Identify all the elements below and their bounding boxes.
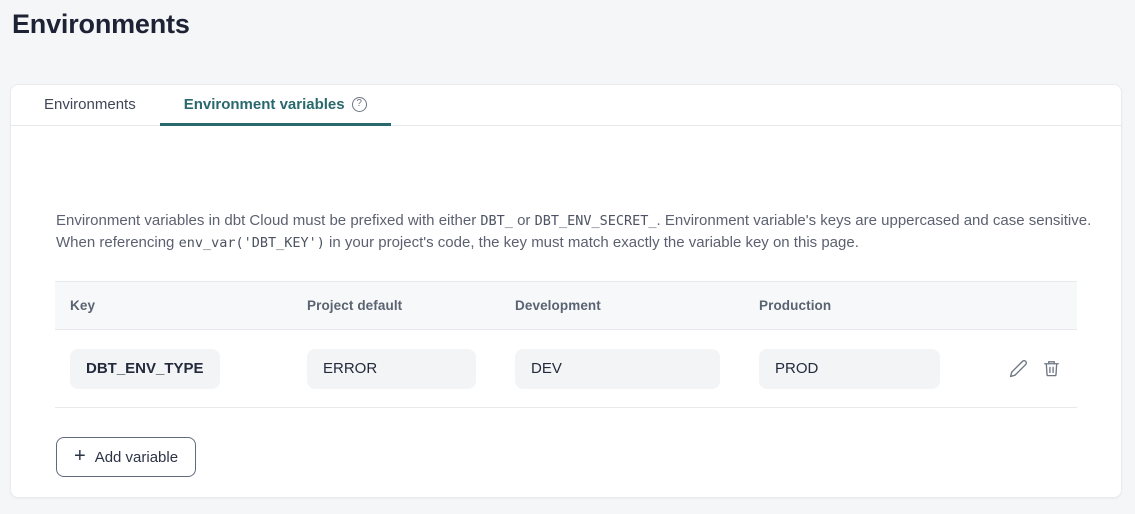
add-variable-label: Add variable: [95, 449, 178, 466]
pencil-icon: [1009, 359, 1028, 378]
tab-bar: Environments Environment variables ?: [11, 85, 1121, 126]
edit-variable-button[interactable]: [1008, 359, 1028, 379]
table-row: DBT_ENV_TYPE ERROR DEV PROD: [55, 330, 1077, 408]
project-default-value: ERROR: [307, 349, 476, 389]
description-segment: When referencing: [56, 234, 179, 251]
cell-key: DBT_ENV_TYPE: [55, 349, 292, 389]
development-value: DEV: [515, 349, 720, 389]
cell-production: PROD: [744, 349, 964, 389]
description-line-1: Environment variables in dbt Cloud must …: [56, 210, 1077, 232]
tab-environment-variables-label: Environment variables: [184, 96, 345, 113]
add-variable-button[interactable]: + Add variable: [56, 437, 196, 477]
page-title: Environments: [12, 9, 190, 40]
production-value: PROD: [759, 349, 940, 389]
description-segment: in your project's code, the key must mat…: [325, 234, 859, 251]
column-header-key: Key: [55, 298, 292, 313]
column-header-development: Development: [500, 298, 744, 313]
plus-icon: +: [74, 446, 86, 466]
table-header-row: Key Project default Development Producti…: [55, 282, 1077, 330]
delete-variable-button[interactable]: [1041, 359, 1061, 379]
tab-content: Environment variables in dbt Cloud must …: [11, 126, 1121, 477]
variable-key-value: DBT_ENV_TYPE: [70, 349, 220, 389]
tab-environments[interactable]: Environments: [20, 85, 160, 126]
column-header-project-default: Project default: [292, 298, 500, 313]
code-snippet-env-var: env_var('DBT_KEY'): [179, 235, 325, 251]
description-segment: or: [513, 212, 535, 229]
column-header-production: Production: [744, 298, 964, 313]
description-line-2: When referencing env_var('DBT_KEY') in y…: [56, 232, 1077, 254]
environment-variables-table: Key Project default Development Producti…: [55, 281, 1077, 408]
code-snippet-dbt-env-secret-prefix: DBT_ENV_SECRET_: [535, 213, 657, 229]
description-segment: Environment variables in dbt Cloud must …: [56, 212, 480, 229]
description-text: Environment variables in dbt Cloud must …: [56, 210, 1077, 254]
tab-environments-label: Environments: [44, 96, 136, 113]
trash-icon: [1042, 359, 1061, 378]
description-segment: . Environment variable's keys are upperc…: [657, 212, 1092, 229]
cell-project-default: ERROR: [292, 349, 500, 389]
row-actions: [964, 359, 1077, 379]
tab-environment-variables[interactable]: Environment variables ?: [160, 85, 391, 126]
help-circle-icon[interactable]: ?: [352, 97, 367, 112]
code-snippet-dbt-prefix: DBT_: [480, 213, 513, 229]
cell-development: DEV: [500, 349, 744, 389]
environment-variables-card: Environments Environment variables ? Env…: [10, 84, 1122, 498]
